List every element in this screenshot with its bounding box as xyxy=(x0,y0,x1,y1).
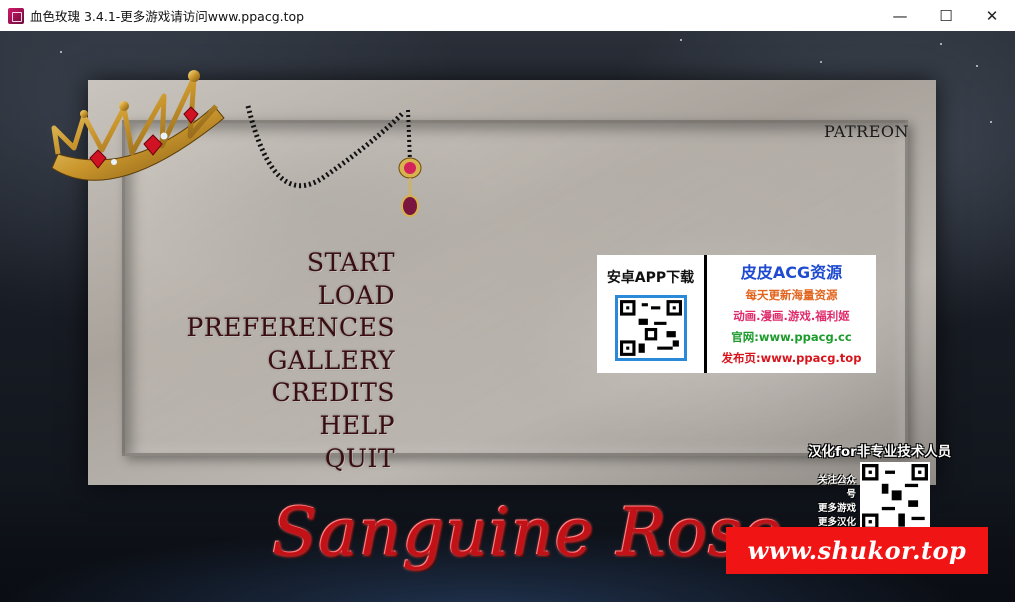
game-logo: Sanguine Rose xyxy=(272,494,783,571)
star xyxy=(940,43,942,45)
ad-line-1: 每天更新海量资源 xyxy=(745,288,838,302)
star xyxy=(976,65,978,67)
watermark-title: 汉化for非专业技术人员 xyxy=(808,444,952,460)
ad-info-panel: 皮皮ACG资源 每天更新海量资源 动画.漫画.游戏.福利姬 官网:www.ppa… xyxy=(707,255,876,373)
star xyxy=(60,51,62,53)
qr-pattern xyxy=(619,300,682,356)
window-controls: — ☐ ✕ xyxy=(877,0,1015,31)
qr-code-icon xyxy=(614,295,687,361)
menu-credits[interactable]: CREDITS xyxy=(187,377,395,410)
watermark-line: 更多游戏 xyxy=(817,503,856,514)
window-title: 血色玫瑰 3.4.1-更多游戏请访问www.ppacg.top xyxy=(30,9,305,24)
ad-line-4[interactable]: 发布页:www.ppacg.top xyxy=(722,350,862,366)
star xyxy=(990,121,992,123)
ad-line-2: 动画.漫画.游戏.福利姬 xyxy=(733,309,850,323)
watermark-lines: 关注公众号 更多游戏 更多汉化 xyxy=(812,474,856,530)
ad-banner[interactable]: 安卓APP下载 皮皮ACG资源 每天更新海量资源 动画.漫画.游戏.福利姬 官网… xyxy=(597,255,876,373)
star xyxy=(680,39,682,41)
site-banner[interactable]: www.shukor.top xyxy=(726,527,988,574)
watermark-qr-icon xyxy=(860,462,930,532)
ad-brand: 皮皮ACG资源 xyxy=(740,263,843,282)
watermark-line: 关注公众号 xyxy=(817,475,856,500)
bead-pendant-icon xyxy=(245,105,422,217)
menu-preferences[interactable]: PREFERENCES xyxy=(187,312,395,345)
minimize-button[interactable]: — xyxy=(877,0,923,31)
window-titlebar[interactable]: 血色玫瑰 3.4.1-更多游戏请访问www.ppacg.top — ☐ ✕ xyxy=(0,0,1015,31)
menu-load[interactable]: LOAD xyxy=(187,280,395,313)
ad-line-3[interactable]: 官网:www.ppacg.cc xyxy=(731,329,851,345)
close-button[interactable]: ✕ xyxy=(969,0,1015,31)
app-icon xyxy=(8,7,24,24)
maximize-button[interactable]: ☐ xyxy=(923,0,969,31)
crown-icon xyxy=(51,70,225,181)
ad-download-panel: 安卓APP下载 xyxy=(597,255,707,373)
patreon-link[interactable]: PATREON xyxy=(824,122,909,141)
main-menu: START LOAD PREFERENCES GALLERY CREDITS H… xyxy=(187,247,395,475)
star xyxy=(820,61,822,63)
ad-download-label: 安卓APP下载 xyxy=(606,270,695,286)
menu-start[interactable]: START xyxy=(187,247,395,280)
menu-gallery[interactable]: GALLERY xyxy=(187,345,395,378)
menu-help[interactable]: HELP xyxy=(187,410,395,443)
menu-quit[interactable]: QUIT xyxy=(187,443,395,476)
qr-pattern xyxy=(862,464,928,530)
